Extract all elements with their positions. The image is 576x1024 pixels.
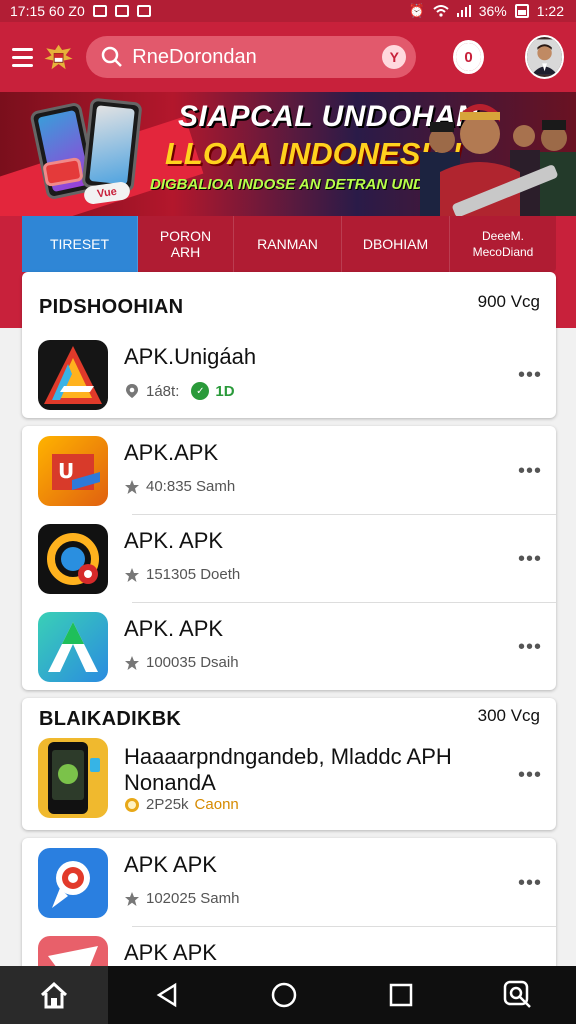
recents-button[interactable]: [342, 966, 459, 1024]
tab-tireset[interactable]: TIRESET: [22, 216, 138, 272]
menu-icon[interactable]: [12, 47, 34, 67]
section-title: BLAIKADIKBK: [39, 708, 182, 730]
app-icon: [38, 524, 108, 594]
star-icon: [125, 479, 139, 494]
category-tabs: TIRESET PORON ARH RANMAN DBOHIAM DeeeM. …: [22, 216, 556, 272]
banner-subtitle: LLOAA INDONESIA!: [165, 136, 462, 171]
star-icon: [125, 655, 139, 670]
app-meta-text: 1á8t:: [146, 382, 180, 400]
battery-percent: 36%: [478, 3, 507, 19]
home-icon: [40, 981, 68, 1009]
app-name: APK. APK: [124, 528, 224, 553]
more-options-icon[interactable]: •••: [518, 764, 542, 787]
section-count: 900 Vcg: [477, 292, 540, 311]
avatar[interactable]: [524, 35, 565, 79]
app-icon: [38, 738, 108, 818]
star-icon: [125, 567, 139, 582]
app-meta: 40:835 Samh: [124, 478, 235, 495]
status-bar: 17:15 60 Z0 ⏰ 36% 1:22: [0, 0, 576, 22]
tab-ranman[interactable]: RANMAN: [234, 216, 342, 272]
status-time: 1:22: [536, 3, 564, 19]
back-button[interactable]: [108, 966, 225, 1024]
more-options-icon[interactable]: •••: [518, 872, 542, 895]
list-item[interactable]: U APK.APK 40:835 Samh •••: [22, 426, 556, 514]
signal-icon: [456, 5, 471, 17]
garuda-emblem-logo: [44, 44, 73, 70]
list-item[interactable]: APK. APK 100035 Dsaih •••: [22, 602, 556, 690]
app-icon: U: [38, 436, 108, 506]
app-name: APK.APK: [124, 440, 219, 465]
app-meta-text: 2P25k: [146, 796, 189, 813]
app-icon: [38, 340, 108, 410]
app-name: Haaaarpndngandeb, Mladdc APH NonandA: [124, 744, 452, 796]
list-item[interactable]: APK APK 102025 Samh •••: [22, 838, 556, 926]
app-name: APK. APK: [124, 616, 224, 641]
notification-badge[interactable]: 0: [453, 40, 484, 74]
section-count: 300 Vcg: [477, 706, 540, 725]
bottom-navigation-bar: [0, 966, 576, 1024]
battery-icon: [514, 4, 529, 18]
app-header: RneDorondan Y 0: [0, 22, 576, 92]
list-item[interactable]: APK.Unigáah 1á8t: ✓ 1D •••: [22, 330, 556, 418]
section-title: PIDSHOOHIAN: [39, 296, 184, 318]
app-list-card: U APK.APK 40:835 Samh ••• APK. APK 15130…: [22, 426, 556, 690]
app-meta: 1á8t: ✓ 1D: [124, 382, 235, 400]
notification-icon: [136, 5, 151, 17]
coin-icon: [125, 797, 139, 812]
home-circle-button[interactable]: [225, 966, 342, 1024]
search-icon: [102, 46, 123, 67]
status-time-left: 17:15 60 Z0: [10, 3, 85, 19]
more-options-icon[interactable]: •••: [518, 548, 542, 571]
app-meta-text: 40:835 Samh: [146, 478, 236, 495]
home-button[interactable]: [0, 966, 108, 1024]
app-meta-text: 102025 Samh: [146, 890, 240, 907]
app-name: APK APK: [124, 852, 217, 877]
tab-poron-arh[interactable]: PORON ARH: [138, 216, 234, 272]
app-meta: 151305 Doeth: [124, 566, 240, 583]
notification-icon: [114, 5, 129, 17]
app-name-line1: Haaaarpndngandeb, Mladdc APH: [124, 744, 452, 769]
app-version: 1D: [215, 382, 235, 400]
promo-banner[interactable]: Vue SIAPCAL UNDOHAN LLOAA INDONESIA! DIG…: [0, 92, 576, 216]
star-icon: [125, 891, 139, 906]
svg-text:U: U: [58, 459, 74, 483]
more-options-icon[interactable]: •••: [518, 460, 542, 483]
list-item[interactable]: APK. APK 151305 Doeth •••: [22, 514, 556, 602]
app-meta-text: 100035 Dsaih: [146, 654, 239, 671]
app-meta: 102025 Samh: [124, 890, 239, 907]
search-input[interactable]: RneDorondan: [132, 46, 382, 69]
recents-icon: [389, 983, 412, 1007]
tab-dbohiam[interactable]: DBOHIAM: [342, 216, 450, 272]
list-item[interactable]: Haaaarpndngandeb, Mladdc APH NonandA 2P2…: [22, 734, 556, 826]
verified-icon: ✓: [191, 382, 210, 400]
section-card: BLAIKADIKBK 300 Vcg Haaaarpndngandeb, Ml…: [22, 698, 556, 830]
app-meta: 2P25k Caonn: [124, 796, 239, 813]
app-meta: 100035 Dsaih: [124, 654, 239, 671]
back-icon: [156, 982, 176, 1008]
app-meta-text: Caonn: [194, 796, 239, 813]
notification-icon: [92, 5, 107, 17]
search-bar[interactable]: RneDorondan Y: [86, 36, 417, 78]
tab-deeem[interactable]: DeeeM. MecoDiand: [450, 216, 556, 272]
app-meta-text: 151305 Doeth: [146, 566, 241, 583]
app-name: APK APK: [124, 940, 217, 965]
circle-home-icon: [271, 982, 296, 1008]
scan-icon[interactable]: Y: [382, 45, 407, 69]
app-icon: [38, 612, 108, 682]
alarm-icon: ⏰: [408, 3, 425, 18]
app-icon: [38, 848, 108, 918]
wifi-icon: [433, 5, 449, 17]
search-nav-button[interactable]: [459, 966, 576, 1024]
featured-section-card: PIDSHOOHIAN 900 Vcg APK.Unigáah 1á8t: ✓ …: [22, 272, 556, 418]
more-options-icon[interactable]: •••: [518, 636, 542, 659]
location-pin-icon: [126, 384, 138, 398]
more-options-icon[interactable]: •••: [518, 364, 542, 387]
app-name: APK.Unigáah: [124, 344, 257, 369]
banner-people-image: [420, 104, 576, 216]
search-chat-icon: [503, 980, 531, 1008]
app-name-line2: NonandA: [124, 770, 216, 795]
